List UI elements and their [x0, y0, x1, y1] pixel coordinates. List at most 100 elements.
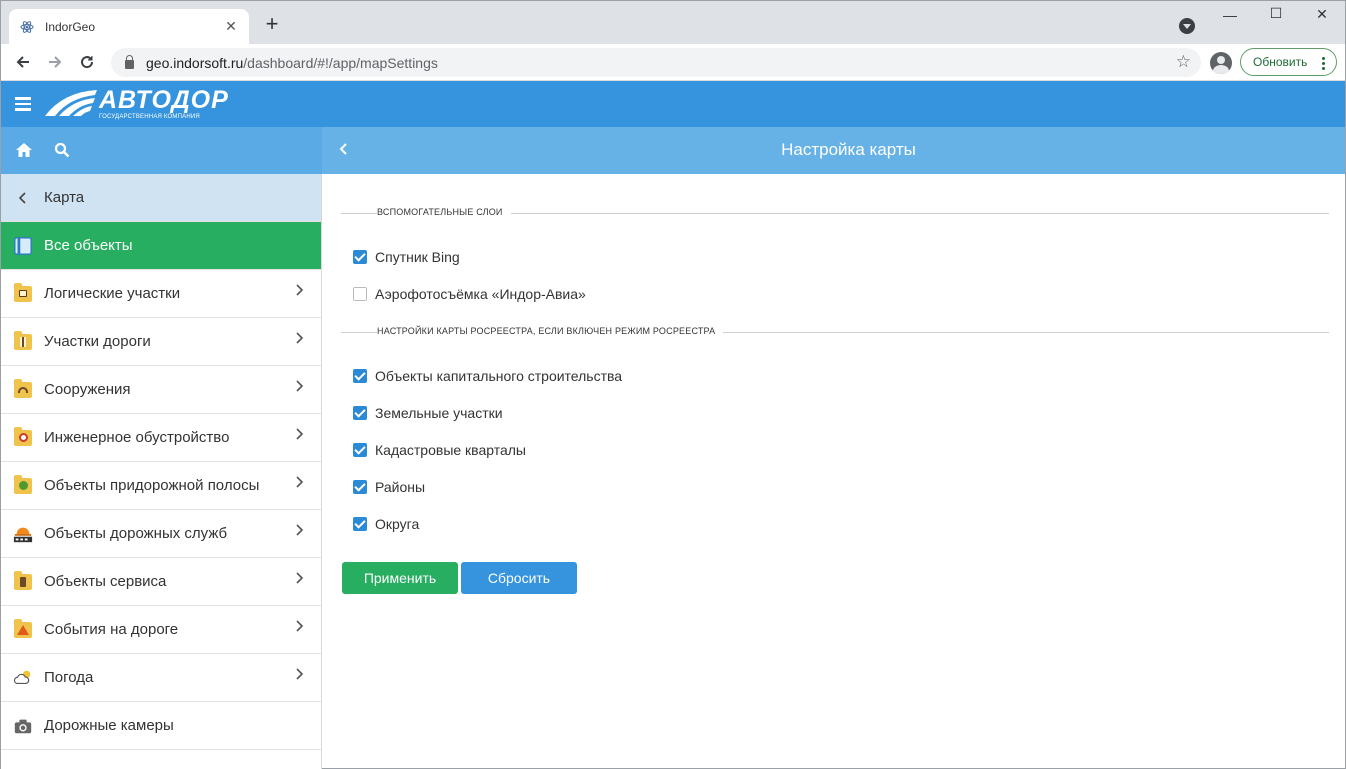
back-button[interactable] [11, 50, 35, 74]
minimize-button[interactable]: — [1215, 7, 1245, 23]
maximize-button[interactable]: ☐ [1261, 5, 1291, 22]
checkbox-row-land-plots[interactable]: Земельные участки [353, 405, 503, 421]
weather-icon [13, 668, 33, 688]
section-divider-aux-layers: вспомогательные слои [341, 207, 1329, 217]
tab-title: IndorGeo [45, 19, 96, 34]
checkbox-checked[interactable] [353, 443, 367, 457]
sidebar-item-label: Объекты придорожной полосы [44, 477, 260, 494]
browser-tab[interactable]: IndorGeo ✕ [9, 9, 249, 44]
hamburger-menu-icon[interactable] [15, 97, 31, 114]
road-service-icon [13, 524, 33, 544]
folder-road-icon [13, 330, 33, 352]
reload-button[interactable] [75, 50, 99, 74]
sidebar-item-label: Сооружения [44, 381, 131, 398]
sidebar-item-road-cameras[interactable]: Дорожные камеры [1, 702, 321, 750]
logo-title: АВТОДОР [99, 86, 229, 114]
chevron-right-icon [295, 283, 304, 301]
update-label: Обновить [1253, 55, 1308, 69]
chevron-right-icon [295, 571, 304, 589]
tab-strip: IndorGeo ✕ + — ☐ ✕ [1, 1, 1345, 44]
atom-favicon-icon [19, 19, 35, 35]
lock-icon [125, 55, 134, 69]
chevron-right-icon [295, 331, 304, 349]
reset-button[interactable]: Сбросить [461, 562, 577, 594]
close-window-button[interactable]: ✕ [1307, 6, 1337, 23]
url-host: geo.indorsoft.ru [146, 54, 244, 71]
sidebar-item-label: Погода [44, 669, 94, 686]
checkbox-label: Спутник Bing [375, 249, 460, 265]
page-header: Настройка карты [322, 127, 1345, 174]
more-menu-icon[interactable] [1322, 55, 1326, 72]
checkbox-label: Земельные участки [375, 405, 503, 421]
sidebar-item-service-objects[interactable]: Объекты сервиса [1, 558, 321, 606]
checkbox-row-aerial[interactable]: Аэрофотосъёмка «Индор-Авиа» [353, 286, 586, 302]
sidebar-item-road-services[interactable]: Объекты дорожных служб [1, 510, 321, 558]
page-title: Настройка карты [781, 140, 916, 159]
sidebar-item-all-objects[interactable]: Все объекты [1, 222, 321, 270]
chevron-right-icon [295, 523, 304, 541]
sidebar-item-label: Логические участки [44, 285, 181, 302]
home-icon[interactable] [15, 142, 33, 163]
sidebar-item-map[interactable]: Карта [1, 174, 321, 222]
section-heading: настройки карты росреестра, если включен… [377, 326, 724, 336]
forward-button[interactable] [43, 50, 67, 74]
apply-button[interactable]: Применить [342, 562, 458, 594]
update-button[interactable]: Обновить [1240, 48, 1337, 76]
sidebar-item-label: Объекты сервиса [44, 573, 167, 590]
sidebar: Карта Все объекты Логические участки Уча… [1, 174, 322, 769]
tab-search-icon[interactable] [1179, 18, 1195, 34]
bookmark-star-icon[interactable]: ☆ [1176, 52, 1191, 72]
sidebar-item-weather[interactable]: Погода [1, 654, 321, 702]
checkbox-checked[interactable] [353, 406, 367, 420]
arrow-left-icon [16, 56, 29, 68]
app-header: АВТОДОР ГОСУДАРСТВЕННАЯ КОМПАНИЯ [1, 81, 1345, 127]
folder-icon [13, 282, 33, 304]
arrow-right-icon [49, 56, 62, 68]
checkbox-label: Округа [375, 516, 420, 532]
url-path: /dashboard/#!/app/mapSettings [243, 54, 438, 71]
checkbox-checked[interactable] [353, 369, 367, 383]
folder-tree-icon [13, 474, 33, 496]
avtodor-logo: АВТОДОР ГОСУДАРСТВЕННАЯ КОМПАНИЯ [43, 86, 229, 122]
sidebar-item-structures[interactable]: Сооружения [1, 366, 321, 414]
checkbox-label: Объекты капитального строительства [375, 368, 623, 384]
checkbox-row-districts[interactable]: Районы [353, 479, 425, 495]
sidebar-item-logical-sections[interactable]: Логические участки [1, 270, 321, 318]
checkbox-checked[interactable] [353, 250, 367, 264]
chevron-right-icon [295, 427, 304, 445]
folder-bridge-icon [13, 378, 33, 400]
sidebar-item-label: Дорожные камеры [44, 717, 174, 734]
sidebar-item-road-events[interactable]: События на дороге [1, 606, 321, 654]
chevron-right-icon [295, 379, 304, 397]
chevron-right-icon [295, 475, 304, 493]
checkbox-unchecked[interactable] [353, 287, 367, 301]
checkbox-label: Районы [375, 479, 426, 495]
sidebar-item-label: Карта [44, 189, 85, 206]
camera-icon [13, 716, 33, 736]
search-icon[interactable] [54, 142, 70, 163]
checkbox-row-cadastral-quarters[interactable]: Кадастровые кварталы [353, 442, 526, 458]
new-tab-button[interactable]: + [261, 13, 283, 35]
checkbox-row-bing[interactable]: Спутник Bing [353, 249, 460, 265]
sidebar-toolbar [1, 127, 322, 174]
reload-icon [81, 56, 94, 69]
chevron-right-icon [295, 667, 304, 685]
folder-warning-icon [13, 618, 33, 640]
map-settings-panel: вспомогательные слои Спутник Bing Аэрофо… [323, 174, 1345, 769]
tab-close-icon[interactable]: ✕ [223, 18, 239, 35]
profile-avatar-icon[interactable] [1210, 52, 1232, 74]
checkbox-row-okrugs[interactable]: Округа [353, 516, 419, 532]
section-heading: вспомогательные слои [377, 207, 511, 217]
url-field[interactable]: geo.indorsoft.ru/dashboard/#!/app/mapSet… [111, 48, 1201, 77]
checkbox-row-capital-construction[interactable]: Объекты капитального строительства [353, 368, 622, 384]
sidebar-item-label: Инженерное обустройство [44, 429, 230, 446]
checkbox-checked[interactable] [353, 517, 367, 531]
map-book-icon [13, 236, 33, 256]
address-bar: geo.indorsoft.ru/dashboard/#!/app/mapSet… [1, 44, 1345, 81]
sidebar-item-road-sections[interactable]: Участки дороги [1, 318, 321, 366]
checkbox-checked[interactable] [353, 480, 367, 494]
sidebar-item-engineering[interactable]: Инженерное обустройство [1, 414, 321, 462]
sidebar-item-roadside[interactable]: Объекты придорожной полосы [1, 462, 321, 510]
checkbox-label: Кадастровые кварталы [375, 442, 526, 458]
road-stripes-logo-icon [43, 86, 97, 118]
